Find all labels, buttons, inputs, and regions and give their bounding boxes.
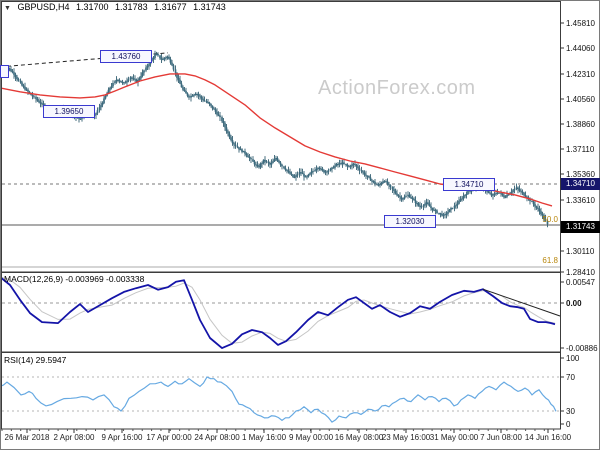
price-marker-box: 1.34710 xyxy=(443,178,495,191)
macd-signal-line xyxy=(0,276,556,344)
price-tick-label: -0.00886 xyxy=(566,344,598,353)
time-tick-label: 1 May 16:00 xyxy=(242,433,287,442)
level-price-box: 1.34710 xyxy=(561,178,600,190)
time-tick-label: 24 Apr 08:00 xyxy=(194,433,240,442)
panel-border-macd xyxy=(1,272,561,353)
current-price-box: 1.31743 xyxy=(561,221,600,233)
macd-indicator-label: MACD(12,26,9) -0.003969 -0.003338 xyxy=(4,274,145,284)
chevron-down-icon: ▼ xyxy=(4,5,11,12)
time-tick-label: 26 Mar 2018 xyxy=(5,433,50,442)
price-tick-label: 1.33610 xyxy=(566,196,595,205)
price-tick-label: 30 xyxy=(566,407,575,416)
rsi-indicator-label: RSI(14) 29.5947 xyxy=(4,355,67,365)
price-tick-label: 0 xyxy=(566,420,571,429)
ohlc-low: 1.31677 xyxy=(154,2,187,12)
price-tick-label: 1.37110 xyxy=(566,145,595,154)
price-tick-label: 0.00547 xyxy=(566,278,595,287)
price-marker-box: 1.43760 xyxy=(100,50,152,63)
time-tick-label: 31 May 00:00 xyxy=(430,433,479,442)
price-tick-label: 1.44060 xyxy=(566,44,595,53)
time-tick-label: 17 Apr 00:00 xyxy=(146,433,192,442)
time-tick-label: 16 May 08:00 xyxy=(335,433,384,442)
price-tick-label: 1.45810 xyxy=(566,19,595,28)
rsi-line xyxy=(0,376,557,423)
price-tick-label: 0.00 xyxy=(566,299,582,308)
price-tick-label: 1.28410 xyxy=(566,268,595,277)
ohlc-high: 1.31783 xyxy=(115,2,148,12)
price-tick-label: 70 xyxy=(566,373,575,382)
price-marker-box: 1.39650 xyxy=(43,105,95,118)
ohlc-open: 1.31700 xyxy=(75,2,109,12)
symbol-timeframe-label: GBPUSD,H4 xyxy=(17,2,70,12)
chart-canvas[interactable]: 1.45810 1.44060 1.42310 1.40560 1.38860 1.371… xyxy=(0,0,600,450)
time-tick-label: 9 Apr 16:00 xyxy=(102,433,143,442)
price-tick-label: 1.42310 xyxy=(566,70,595,79)
panel-border-main xyxy=(1,1,561,273)
price-tick-label: 1.30110 xyxy=(566,247,595,256)
chart-window: 1.45810 1.44060 1.42310 1.40560 1.38860 1.371… xyxy=(0,0,600,450)
time-tick-label: 14 Jun 16:00 xyxy=(525,433,572,442)
time-tick-label: 2 Apr 08:00 xyxy=(54,433,95,442)
actionforex-watermark: ActionForex.com xyxy=(318,77,476,99)
price-marker-box: 1.32030 xyxy=(384,215,436,228)
price-tick-label: 1.38860 xyxy=(566,120,595,129)
fib-label-61.8: 61.8 xyxy=(542,256,558,265)
clipped-marker-box xyxy=(0,65,9,78)
symbol-title-bar: ▼ GBPUSD,H4 1.31700 1.31783 1.31677 1.31… xyxy=(4,2,230,12)
time-tick-label: 23 May 16:00 xyxy=(382,433,431,442)
fib-label-50.0: 50.0 xyxy=(542,215,558,224)
price-tick-label: 1.40560 xyxy=(566,95,595,104)
time-tick-label: 9 May 00:00 xyxy=(289,433,334,442)
time-tick-label: 7 Jun 08:00 xyxy=(480,433,522,442)
price-tick-label: 100 xyxy=(566,354,580,363)
ohlc-close: 1.31743 xyxy=(193,2,226,12)
panel-border-rsi xyxy=(1,352,561,430)
